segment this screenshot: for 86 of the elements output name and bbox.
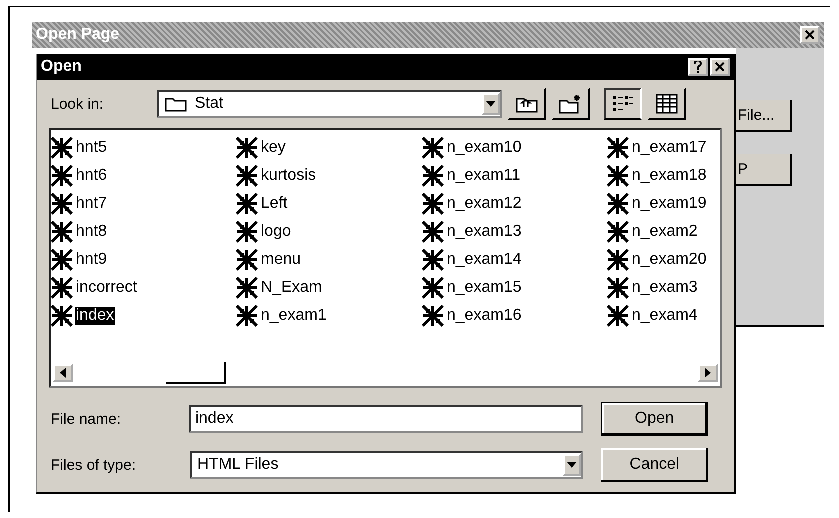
file-item[interactable]: n_exam19 — [607, 190, 708, 218]
web-page-file-icon — [422, 193, 444, 215]
help-icon — [694, 61, 702, 73]
web-page-file-icon — [607, 221, 629, 243]
web-page-file-icon — [51, 277, 73, 299]
new-folder-icon — [559, 94, 583, 114]
file-type-dropdown[interactable]: HTML Files — [190, 451, 584, 479]
web-page-file-icon — [422, 305, 444, 327]
web-page-file-icon — [51, 249, 73, 271]
file-name-field[interactable]: index — [189, 405, 584, 433]
web-page-file-icon — [422, 221, 444, 243]
file-item[interactable]: n_exam14 — [422, 246, 523, 274]
file-item[interactable]: n_exam3 — [607, 274, 699, 302]
web-page-file-icon — [607, 277, 629, 299]
window-title: Open Page — [36, 26, 120, 44]
web-page-file-icon — [607, 305, 629, 327]
file-item[interactable]: N_Exam — [236, 274, 324, 302]
close-button[interactable] — [800, 26, 820, 44]
open-button[interactable]: Open — [601, 402, 708, 436]
look-in-value: Stat — [165, 95, 224, 113]
file-item[interactable]: n_exam12 — [422, 190, 523, 218]
file-item[interactable]: menu — [236, 246, 302, 274]
web-page-file-icon — [422, 249, 444, 271]
file-item[interactable]: incorrect — [51, 274, 138, 302]
close-button[interactable] — [710, 58, 730, 76]
web-page-file-icon — [236, 305, 258, 327]
web-page-file-icon — [422, 165, 444, 187]
web-page-file-icon — [236, 165, 258, 187]
look-in-label: Look in: — [51, 96, 105, 112]
file-type-label: Files of type: — [51, 456, 138, 474]
details-view-icon — [656, 94, 678, 114]
web-page-file-icon — [607, 193, 629, 215]
dialog-title: Open — [41, 58, 82, 76]
file-type-value: HTML Files — [198, 456, 279, 474]
file-name-label: File name: — [51, 410, 122, 428]
file-item[interactable]: n_exam15 — [422, 274, 523, 302]
web-page-file-icon — [422, 277, 444, 299]
web-page-file-icon — [51, 165, 73, 187]
file-item[interactable]: index — [51, 302, 116, 330]
file-item[interactable]: n_exam17 — [607, 134, 708, 162]
scroll-right-button[interactable] — [698, 364, 718, 382]
toolbar-button[interactable] — [604, 88, 642, 120]
file-item[interactable]: hnt6 — [51, 162, 108, 190]
folder-icon — [165, 96, 187, 112]
file-item[interactable]: key — [236, 134, 287, 162]
file-item[interactable]: n_exam2 — [607, 218, 699, 246]
scrollbar-thumb[interactable] — [166, 362, 226, 384]
file-item[interactable]: n_exam11 — [422, 162, 522, 190]
web-page-file-icon — [607, 165, 629, 187]
side-button[interactable]: File... — [736, 100, 792, 132]
web-page-file-icon — [236, 193, 258, 215]
file-item[interactable]: kurtosis — [236, 162, 318, 190]
file-item[interactable]: hnt8 — [51, 218, 108, 246]
help-button[interactable] — [688, 58, 708, 76]
web-page-file-icon — [51, 221, 73, 243]
web-page-file-icon — [607, 249, 629, 271]
file-item[interactable]: n_exam4 — [607, 302, 699, 330]
list-view-icon — [612, 94, 634, 114]
file-item[interactable]: n_exam18 — [607, 162, 708, 190]
file-item[interactable]: n_exam1 — [236, 302, 328, 330]
right-arrow-icon — [705, 368, 711, 378]
file-item[interactable]: n_exam13 — [422, 218, 523, 246]
web-page-file-icon — [607, 137, 629, 159]
file-item[interactable]: hnt5 — [51, 134, 108, 162]
look-in-dropdown[interactable]: Stat — [157, 90, 502, 118]
file-item[interactable]: n_exam20 — [607, 246, 708, 274]
file-item[interactable]: logo — [236, 218, 292, 246]
file-item[interactable]: hnt9 — [51, 246, 108, 274]
file-item[interactable]: hnt7 — [51, 190, 108, 218]
file-item[interactable]: Left — [236, 190, 289, 218]
close-icon — [805, 30, 815, 40]
web-page-file-icon — [51, 137, 73, 159]
web-page-file-icon — [422, 137, 444, 159]
web-page-file-icon — [236, 277, 258, 299]
web-page-file-icon — [236, 221, 258, 243]
scroll-left-button[interactable] — [53, 364, 73, 382]
file-item[interactable]: n_exam16 — [422, 302, 523, 330]
web-page-file-icon — [51, 193, 73, 215]
close-icon — [715, 62, 725, 72]
cancel-button[interactable]: Cancel — [601, 448, 708, 482]
web-page-file-icon — [51, 305, 73, 327]
side-button[interactable]: P — [736, 154, 792, 186]
left-arrow-icon — [60, 368, 66, 378]
web-page-file-icon — [236, 137, 258, 159]
web-page-file-icon — [236, 249, 258, 271]
file-item[interactable]: n_exam10 — [422, 134, 523, 162]
